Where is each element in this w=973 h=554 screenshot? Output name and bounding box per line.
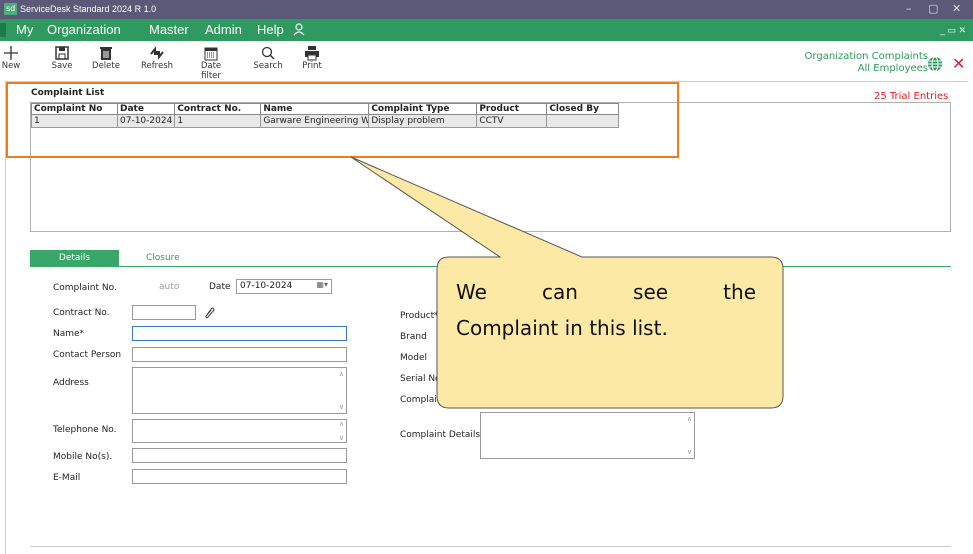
callout-text: We can see the Complaint in this list. <box>456 274 756 346</box>
callout-word: We <box>456 280 487 304</box>
callout-line2: Complaint in this list. <box>456 316 668 340</box>
callout-word: the <box>723 280 756 304</box>
callout-word: can <box>542 280 578 304</box>
callout-word: see <box>633 280 669 304</box>
callout-line1: We can see the <box>456 274 756 310</box>
